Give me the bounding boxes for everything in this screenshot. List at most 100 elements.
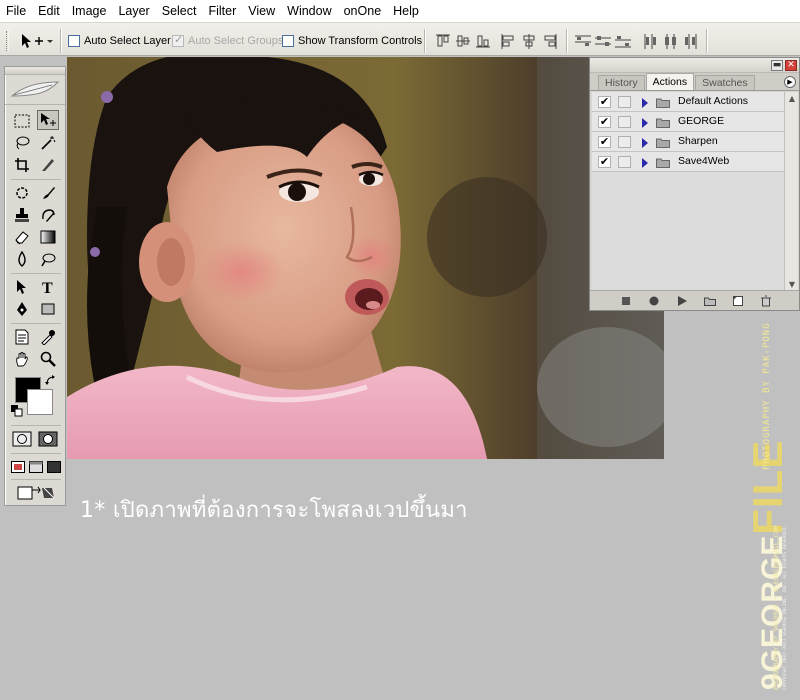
feather-logo-icon[interactable] bbox=[5, 75, 65, 105]
rectangular-marquee-icon[interactable] bbox=[11, 111, 33, 131]
record-icon[interactable] bbox=[648, 295, 660, 307]
document-canvas[interactable] bbox=[67, 57, 664, 459]
expand-triangle-icon[interactable] bbox=[642, 158, 648, 168]
dodge-icon[interactable] bbox=[37, 249, 59, 269]
palette-close-button[interactable]: ✕ bbox=[785, 60, 797, 71]
align-right-edges-icon[interactable] bbox=[540, 33, 558, 49]
action-dialog-toggle[interactable] bbox=[618, 136, 631, 148]
new-action-icon[interactable] bbox=[732, 295, 744, 307]
distribute-top-icon[interactable] bbox=[574, 33, 592, 49]
menu-view[interactable]: View bbox=[242, 0, 281, 22]
clone-stamp-icon[interactable] bbox=[11, 205, 33, 225]
history-brush-icon[interactable] bbox=[37, 205, 59, 225]
tab-history[interactable]: History bbox=[598, 75, 645, 90]
action-toggle-checkbox[interactable]: ✔ bbox=[598, 96, 611, 108]
action-toggle-checkbox[interactable]: ✔ bbox=[598, 156, 611, 168]
distribute-right-icon[interactable] bbox=[682, 33, 700, 49]
menu-bar: File Edit Image Layer Select Filter View… bbox=[0, 0, 800, 22]
lasso-icon[interactable] bbox=[11, 133, 33, 153]
action-dialog-toggle[interactable] bbox=[618, 116, 631, 128]
stop-recording-icon[interactable] bbox=[620, 295, 632, 307]
blur-icon[interactable] bbox=[11, 249, 33, 269]
tab-actions[interactable]: Actions bbox=[645, 73, 695, 90]
swap-colors-icon[interactable] bbox=[45, 375, 57, 387]
auto-select-groups-checkbox[interactable]: Auto Select Groups bbox=[172, 33, 283, 49]
align-left-edges-icon[interactable] bbox=[500, 33, 518, 49]
options-bar-grip[interactable] bbox=[6, 31, 9, 51]
align-top-edges-icon[interactable] bbox=[434, 33, 452, 49]
palette-menu-button[interactable]: ▶ bbox=[784, 76, 796, 88]
play-icon[interactable] bbox=[676, 295, 688, 307]
slice-icon[interactable] bbox=[37, 155, 59, 175]
auto-select-layer-box[interactable] bbox=[68, 35, 80, 47]
jump-to-imageready-icon[interactable] bbox=[13, 483, 59, 503]
shape-icon[interactable] bbox=[37, 299, 59, 319]
expand-triangle-icon[interactable] bbox=[642, 118, 648, 128]
type-icon[interactable]: T bbox=[37, 277, 59, 297]
background-color-swatch[interactable] bbox=[27, 389, 53, 415]
standard-mode-icon[interactable] bbox=[11, 429, 33, 449]
action-dialog-toggle[interactable] bbox=[618, 156, 631, 168]
brush-icon[interactable] bbox=[37, 183, 59, 203]
palette-minimize-button[interactable]: ▬ bbox=[771, 60, 783, 71]
distribute-horizontal-centers-icon[interactable] bbox=[662, 33, 680, 49]
pen-icon[interactable] bbox=[11, 299, 33, 319]
eraser-icon[interactable] bbox=[11, 227, 33, 247]
auto-select-layer-label: Auto Select Layer bbox=[84, 35, 171, 47]
crop-icon[interactable] bbox=[11, 155, 33, 175]
menu-image[interactable]: Image bbox=[66, 0, 113, 22]
show-transform-controls-box[interactable] bbox=[282, 35, 294, 47]
auto-select-layer-checkbox[interactable]: Auto Select Layer bbox=[68, 33, 171, 49]
tab-swatches[interactable]: Swatches bbox=[695, 75, 755, 90]
default-colors-icon[interactable] bbox=[11, 405, 23, 417]
menu-help[interactable]: Help bbox=[387, 0, 425, 22]
trash-icon[interactable] bbox=[760, 295, 772, 307]
action-toggle-checkbox[interactable]: ✔ bbox=[598, 136, 611, 148]
palette-scrollbar[interactable]: ▲ ▼ bbox=[784, 92, 798, 292]
hand-icon[interactable] bbox=[11, 349, 33, 369]
expand-triangle-icon[interactable] bbox=[642, 138, 648, 148]
action-set-row[interactable]: ✔ Sharpen bbox=[592, 132, 784, 152]
distribute-bottom-icon[interactable] bbox=[614, 33, 632, 49]
healing-brush-icon[interactable] bbox=[11, 183, 33, 203]
menu-layer[interactable]: Layer bbox=[112, 0, 155, 22]
show-transform-controls-checkbox[interactable]: Show Transform Controls bbox=[282, 33, 422, 49]
palette-titlebar[interactable]: ▬ ✕ bbox=[590, 58, 799, 73]
action-toggle-checkbox[interactable]: ✔ bbox=[598, 116, 611, 128]
folder-icon bbox=[656, 118, 670, 128]
magic-wand-icon[interactable] bbox=[37, 133, 59, 153]
tool-preset-picker[interactable] bbox=[18, 31, 58, 51]
align-vertical-centers-icon[interactable] bbox=[454, 33, 472, 49]
notes-icon[interactable] bbox=[11, 327, 33, 347]
menu-onone[interactable]: onOne bbox=[338, 0, 388, 22]
action-dialog-toggle[interactable] bbox=[618, 96, 631, 108]
auto-select-groups-box[interactable] bbox=[172, 33, 184, 47]
menu-file[interactable]: File bbox=[0, 0, 32, 22]
photo-girl-image bbox=[67, 57, 664, 459]
actions-palette: ▬ ✕ History Actions Swatches ▶ ✔ Default… bbox=[589, 57, 800, 311]
zoom-icon[interactable] bbox=[37, 349, 59, 369]
eyedropper-icon[interactable] bbox=[37, 327, 59, 347]
distribute-left-icon[interactable] bbox=[642, 33, 660, 49]
full-screen-menu-mode-icon[interactable] bbox=[27, 457, 45, 477]
scroll-up-arrow-icon[interactable]: ▲ bbox=[786, 93, 798, 105]
align-bottom-edges-icon[interactable] bbox=[474, 33, 492, 49]
distribute-vertical-centers-icon[interactable] bbox=[594, 33, 612, 49]
menu-select[interactable]: Select bbox=[156, 0, 203, 22]
full-screen-mode-icon[interactable] bbox=[45, 457, 63, 477]
move-tool-icon[interactable] bbox=[37, 110, 59, 130]
path-selection-icon[interactable] bbox=[11, 277, 33, 297]
standard-screen-mode-icon[interactable] bbox=[9, 457, 27, 477]
menu-edit[interactable]: Edit bbox=[32, 0, 66, 22]
quick-mask-mode-icon[interactable] bbox=[37, 429, 59, 449]
action-set-row[interactable]: ✔ Save4Web bbox=[592, 152, 784, 172]
gradient-icon[interactable] bbox=[37, 227, 59, 247]
menu-window[interactable]: Window bbox=[281, 0, 337, 22]
new-set-folder-icon[interactable] bbox=[704, 295, 716, 307]
expand-triangle-icon[interactable] bbox=[642, 98, 648, 108]
toolbox-titlebar[interactable] bbox=[5, 67, 65, 75]
align-horizontal-centers-icon[interactable] bbox=[520, 33, 538, 49]
menu-filter[interactable]: Filter bbox=[202, 0, 242, 22]
action-set-row[interactable]: ✔ GEORGE bbox=[592, 112, 784, 132]
action-set-row[interactable]: ✔ Default Actions bbox=[592, 92, 784, 112]
